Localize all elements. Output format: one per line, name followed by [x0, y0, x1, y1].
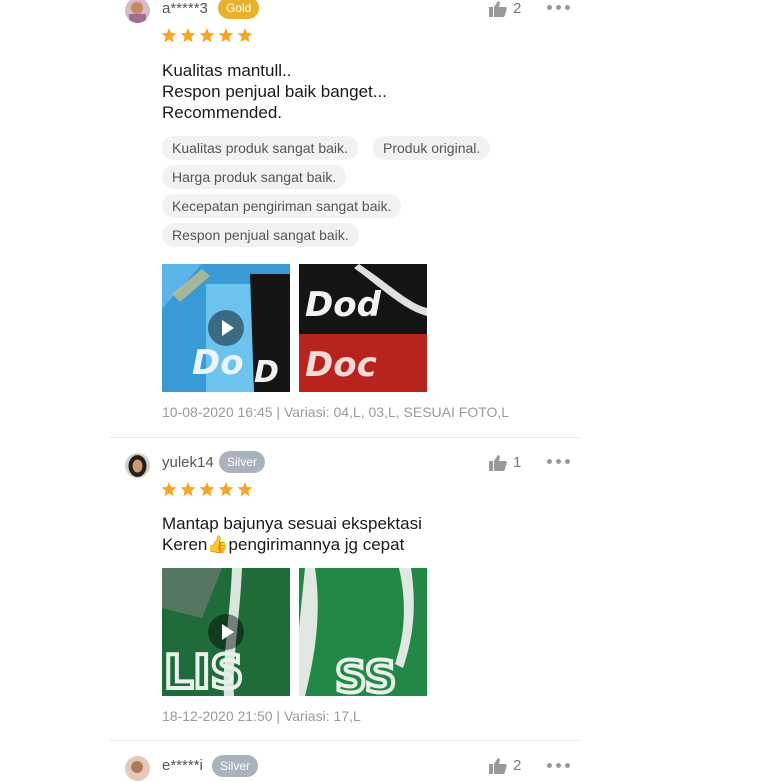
divider: [110, 437, 580, 438]
review-photo-thumbnail[interactable]: Dod Doc: [299, 264, 427, 392]
like-count: 2: [513, 757, 522, 774]
star-icon: [180, 482, 196, 497]
review-text-line: Mantap bajunya sesuai ekspektasi: [162, 514, 422, 533]
more-dots-icon[interactable]: [547, 459, 570, 464]
review-text-line: Recommended.: [162, 103, 283, 122]
thumbs-up-icon: [489, 454, 507, 471]
svg-text:Doc: Doc: [305, 345, 377, 385]
review-text-line: Kualitas mantull..: [162, 61, 292, 80]
star-icon: [161, 28, 177, 43]
thumbs-up-icon: [489, 757, 507, 774]
review-tag: Kualitas produk sangat baik.: [162, 136, 358, 160]
review-meta: 18-12-2020 21:50 | Variasi: 17,L: [162, 708, 361, 724]
like-count: 1: [513, 454, 522, 471]
play-icon[interactable]: [208, 614, 244, 650]
member-badge: Gold: [218, 0, 260, 19]
play-icon[interactable]: [208, 310, 244, 346]
review-tag: Respon penjual sangat baik.: [162, 223, 359, 247]
star-rating: [161, 482, 253, 497]
like-button[interactable]: 1: [489, 454, 521, 471]
star-icon: [161, 482, 177, 497]
review-tag: Produk original.: [373, 136, 491, 160]
star-icon: [218, 482, 234, 497]
svg-text:Do: Do: [192, 343, 244, 383]
review-text: Kualitas mantull.. Respon penjual baik b…: [162, 60, 387, 123]
like-button[interactable]: 2: [489, 757, 521, 774]
review-video-thumbnail[interactable]: Do D: [162, 264, 290, 392]
reviewer-name[interactable]: yulek14: [162, 454, 214, 471]
avatar[interactable]: [125, 0, 150, 23]
review-tag: Kecepatan pengiriman sangat baik.: [162, 194, 402, 218]
star-icon: [199, 28, 215, 43]
svg-text:SS: SS: [335, 652, 396, 696]
divider: [110, 740, 580, 741]
review-tag: Harga produk sangat baik.: [162, 165, 347, 189]
thumbs-up-icon: [489, 0, 507, 17]
like-count: 2: [513, 0, 522, 17]
reviewer-name[interactable]: e*****i: [162, 757, 203, 774]
member-badge: Silver: [219, 451, 266, 473]
review-video-thumbnail[interactable]: LIS: [162, 568, 290, 696]
more-dots-icon[interactable]: [547, 5, 570, 10]
review-text-line: Respon penjual baik banget...: [162, 82, 387, 101]
svg-text:LIS: LIS: [164, 645, 244, 696]
star-icon: [237, 482, 253, 497]
star-rating: [161, 28, 253, 43]
reviewer-name[interactable]: a*****3: [162, 0, 208, 17]
like-button[interactable]: 2: [489, 0, 521, 17]
review-text: Mantap bajunya sesuai ekspektasi Keren👍p…: [162, 513, 422, 555]
svg-text:Dod: Dod: [305, 285, 382, 325]
member-badge: Silver: [212, 755, 259, 777]
star-icon: [218, 28, 234, 43]
star-icon: [180, 28, 196, 43]
review-meta: 10-08-2020 16:45 | Variasi: 04,L, 03,L, …: [162, 404, 510, 420]
more-dots-icon[interactable]: [547, 763, 570, 768]
review-photo-thumbnail[interactable]: SS: [299, 568, 427, 696]
review-text-line: Keren👍pengirimannya jg cepat: [162, 535, 405, 554]
avatar[interactable]: [125, 453, 150, 478]
star-icon: [199, 482, 215, 497]
star-icon: [237, 28, 253, 43]
svg-text:D: D: [254, 355, 279, 390]
